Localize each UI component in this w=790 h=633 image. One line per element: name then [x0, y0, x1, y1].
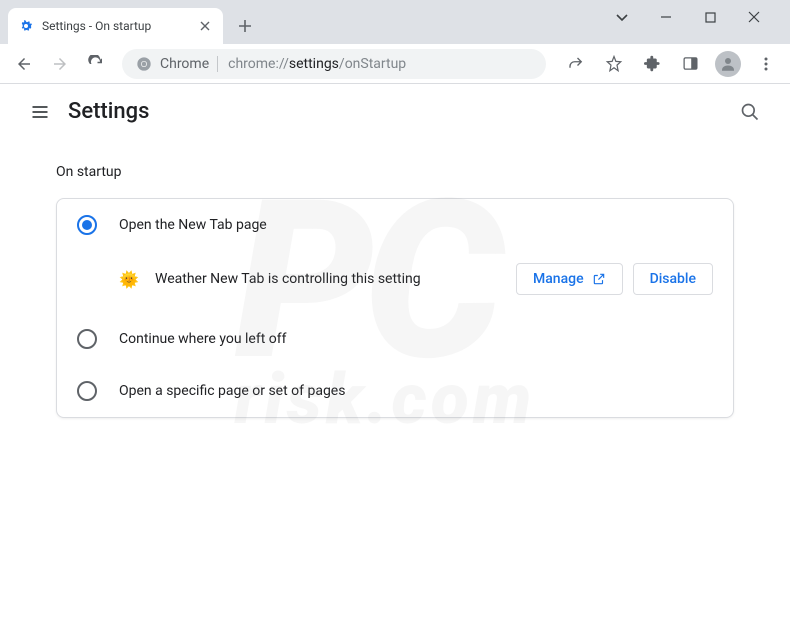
option-label: Open a specific page or set of pages [119, 383, 345, 399]
forward-button [44, 48, 76, 80]
maximize-button[interactable] [696, 3, 724, 31]
divider [217, 56, 218, 72]
chrome-icon [136, 56, 152, 72]
manage-label: Manage [533, 271, 584, 287]
bookmark-icon[interactable] [598, 48, 630, 80]
sidepanel-icon[interactable] [674, 48, 706, 80]
chevron-down-icon[interactable] [608, 3, 636, 31]
titlebar: Settings - On startup [0, 0, 790, 44]
browser-tab[interactable]: Settings - On startup [8, 8, 223, 44]
site-info[interactable]: Chrome [136, 56, 218, 72]
url-display: chrome://settings/onStartup [228, 56, 406, 72]
disable-label: Disable [650, 271, 696, 287]
extension-text: Weather New Tab is controlling this sett… [155, 271, 500, 287]
profile-button[interactable] [712, 48, 744, 80]
extensions-icon[interactable] [636, 48, 668, 80]
gear-icon [18, 18, 34, 34]
toolbar-right [560, 48, 782, 80]
option-label: Continue where you left off [119, 331, 287, 347]
radio-unselected[interactable] [77, 381, 97, 401]
disable-button[interactable]: Disable [633, 263, 713, 295]
share-icon[interactable] [560, 48, 592, 80]
radio-selected[interactable] [77, 215, 97, 235]
reload-button[interactable] [80, 48, 112, 80]
option-label: Open the New Tab page [119, 217, 267, 233]
sun-icon: 🌞 [119, 269, 139, 289]
new-tab-button[interactable] [231, 12, 259, 40]
browser-toolbar: Chrome chrome://settings/onStartup [0, 44, 790, 84]
back-button[interactable] [8, 48, 40, 80]
avatar-icon [715, 51, 741, 77]
search-button[interactable] [730, 92, 770, 132]
option-new-tab[interactable]: Open the New Tab page [57, 199, 733, 251]
close-window-button[interactable] [740, 3, 768, 31]
startup-options-card: Open the New Tab page 🌞 Weather New Tab … [56, 198, 734, 418]
radio-unselected[interactable] [77, 329, 97, 349]
external-link-icon [592, 272, 606, 286]
settings-header: Settings [0, 84, 790, 140]
minimize-button[interactable] [652, 3, 680, 31]
option-continue[interactable]: Continue where you left off [57, 313, 733, 365]
window-controls [608, 0, 782, 44]
extension-notice: 🌞 Weather New Tab is controlling this se… [57, 251, 733, 313]
extension-actions: Manage Disable [516, 263, 713, 295]
content-area: On startup Open the New Tab page 🌞 Weath… [0, 140, 790, 442]
option-specific-page[interactable]: Open a specific page or set of pages [57, 365, 733, 417]
section-title: On startup [56, 164, 734, 180]
hamburger-menu-button[interactable] [20, 92, 60, 132]
address-bar[interactable]: Chrome chrome://settings/onStartup [122, 49, 546, 79]
page-title: Settings [68, 99, 149, 124]
close-tab-button[interactable] [197, 18, 213, 34]
menu-button[interactable] [750, 48, 782, 80]
site-label: Chrome [160, 56, 209, 72]
manage-button[interactable]: Manage [516, 263, 623, 295]
tab-title: Settings - On startup [42, 19, 189, 33]
